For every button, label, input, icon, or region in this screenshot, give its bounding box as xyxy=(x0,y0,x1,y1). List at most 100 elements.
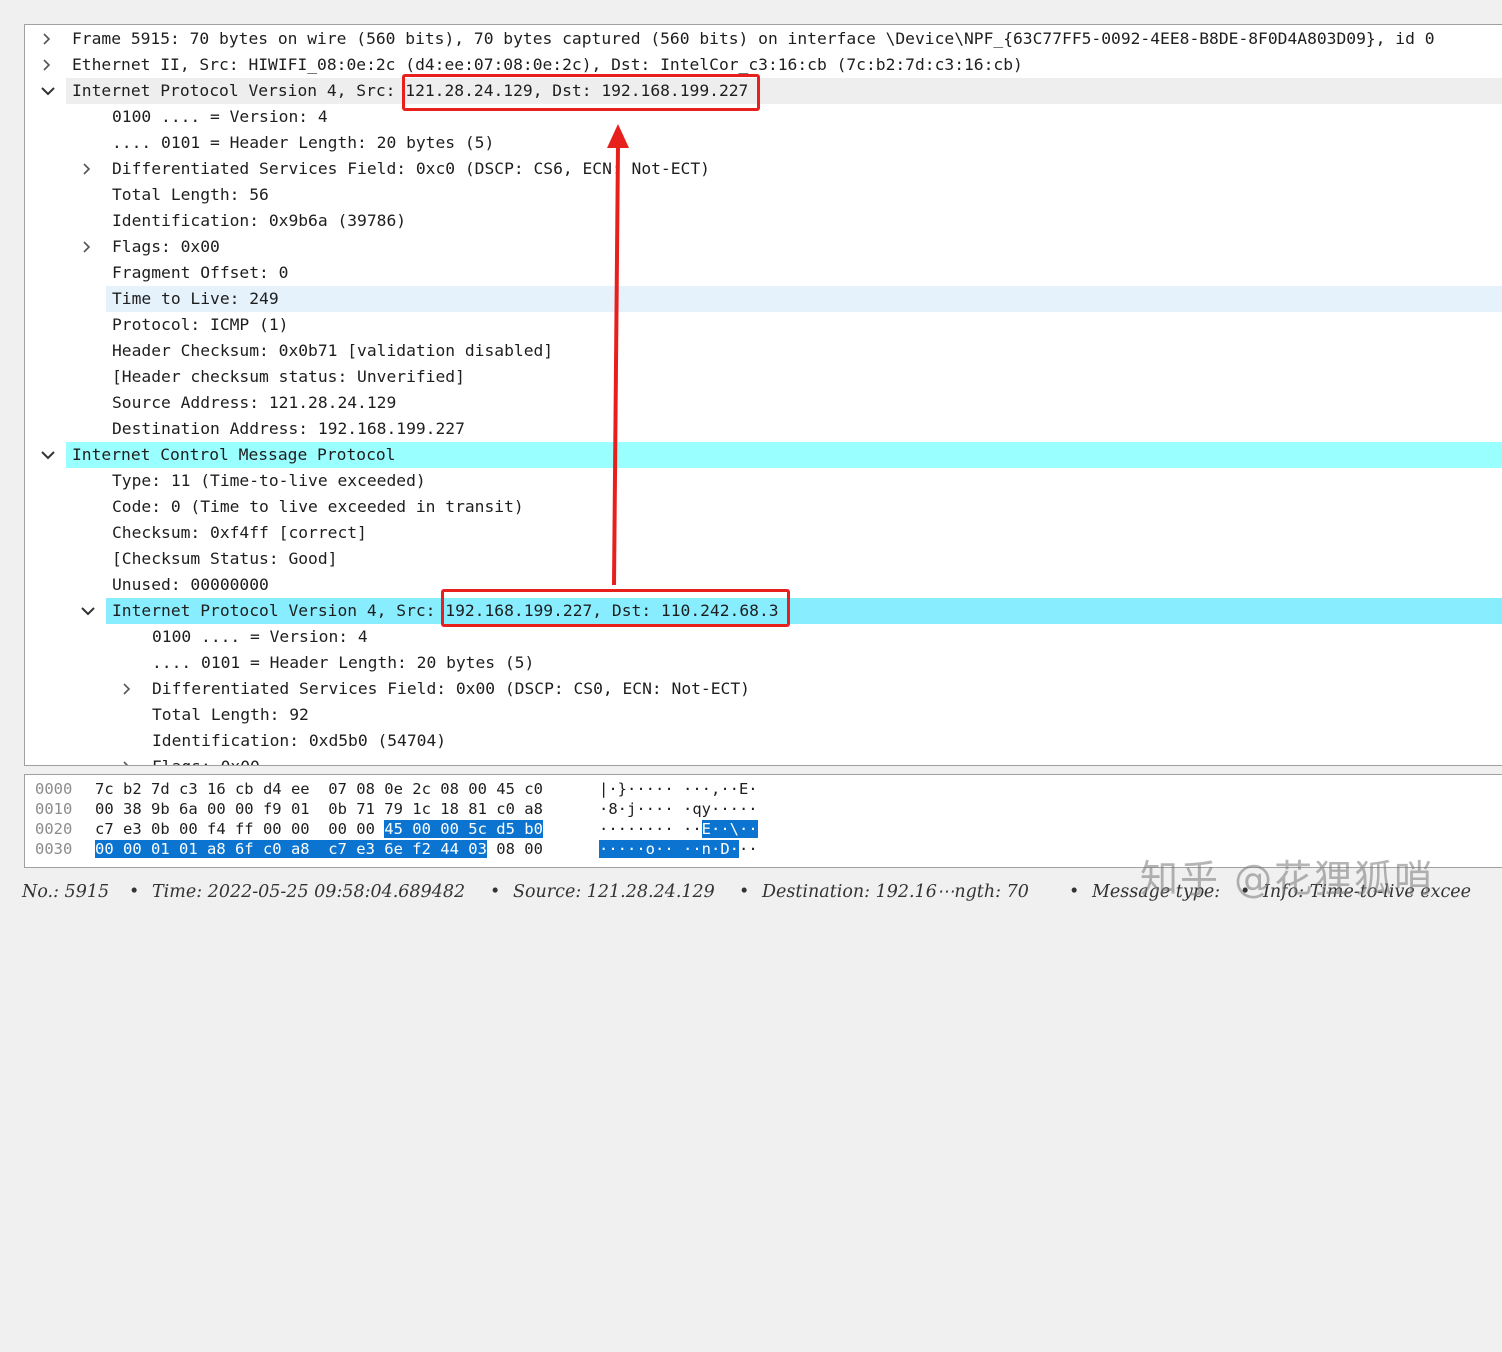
tree-row[interactable]: Differentiated Services Field: 0xc0 (DSC… xyxy=(25,156,1502,182)
tree-row[interactable]: Total Length: 56 xyxy=(25,182,1502,208)
tree-row[interactable]: Unused: 00000000 xyxy=(25,572,1502,598)
tree-row[interactable]: Protocol: ICMP (1) xyxy=(25,312,1502,338)
tree-row-label: 0100 .... = Version: 4 xyxy=(152,627,368,646)
row-highlight xyxy=(106,286,1502,312)
status-destination: Destination: 192.16⋯ngth: 70 xyxy=(762,882,1029,902)
tree-row[interactable]: Differentiated Services Field: 0x00 (DSC… xyxy=(25,676,1502,702)
tree-row-label: Identification: 0x9b6a (39786) xyxy=(112,211,407,230)
tree-row-label: Protocol: ICMP (1) xyxy=(112,315,289,334)
tree-row-label: Unused: 00000000 xyxy=(112,575,269,594)
hex-bytes[interactable]: 00 38 9b 6a 00 00 f9 01 0b 71 79 1c 18 8… xyxy=(95,799,543,819)
tree-row-label: Internet Control Message Protocol xyxy=(72,445,396,464)
tree-row-label: Header Checksum: 0x0b71 [validation disa… xyxy=(112,341,554,360)
tree-row[interactable]: Flags: 0x00 xyxy=(25,234,1502,260)
status-no: No.: 5915 xyxy=(22,882,110,902)
tree-row-label: Total Length: 92 xyxy=(152,705,309,724)
tree-row[interactable]: Type: 11 (Time-to-live exceeded) xyxy=(25,468,1502,494)
tree-row[interactable]: Flags: 0x00 xyxy=(25,754,1502,765)
tree-row[interactable]: [Checksum Status: Good] xyxy=(25,546,1502,572)
tree-row-label: Flags: 0x00 xyxy=(152,754,260,765)
hex-ascii-text: |·}····· ···,··E· xyxy=(599,780,758,798)
status-sep: • xyxy=(1069,882,1080,902)
tree-row[interactable]: Frame 5915: 70 bytes on wire (560 bits),… xyxy=(25,26,1502,52)
tree-row[interactable]: Internet Protocol Version 4, Src: 192.16… xyxy=(25,598,1502,624)
tree-row-label: Differentiated Services Field: 0x00 (DSC… xyxy=(152,679,750,698)
tree-row-label: Fragment Offset: 0 xyxy=(112,263,289,282)
hex-ascii[interactable]: ·····o·· ··n·D··· xyxy=(599,839,758,859)
tree-row-label: Destination Address: 192.168.199.227 xyxy=(112,419,465,438)
tree-row[interactable]: Header Checksum: 0x0b71 [validation disa… xyxy=(25,338,1502,364)
hex-bytes-selected: 45 00 00 5c d5 b0 xyxy=(384,820,543,838)
hex-ascii[interactable]: ········ ··E··\·· xyxy=(599,819,758,839)
tree-row[interactable]: 0100 .... = Version: 4 xyxy=(25,624,1502,650)
hex-bytes[interactable]: c7 e3 0b 00 f4 ff 00 00 00 00 45 00 00 5… xyxy=(95,819,543,839)
chevron-down-icon[interactable] xyxy=(39,78,55,104)
tree-row-label: [Header checksum status: Unverified] xyxy=(112,367,465,386)
tree-row[interactable]: Internet Control Message Protocol xyxy=(25,442,1502,468)
chevron-right-icon[interactable] xyxy=(79,156,95,182)
hex-bytes-text: 7c b2 7d c3 16 cb d4 ee 07 08 0e 2c 08 0… xyxy=(95,780,543,798)
packet-details-pane[interactable]: Frame 5915: 70 bytes on wire (560 bits),… xyxy=(24,24,1502,766)
hex-ascii-selected: E··\·· xyxy=(701,820,758,838)
hex-ascii-text: ·8·j···· ·qy····· xyxy=(599,800,758,818)
status-sep: • xyxy=(129,882,140,902)
tree-row-label: Checksum: 0xf4ff [correct] xyxy=(112,523,367,542)
tree-row-label: Identification: 0xd5b0 (54704) xyxy=(152,731,447,750)
hex-ascii-text: ········ ·· xyxy=(599,820,702,838)
status-sep: • xyxy=(739,882,750,902)
status-source: Source: 121.28.24.129 xyxy=(513,882,715,902)
tree-row[interactable]: Identification: 0xd5b0 (54704) xyxy=(25,728,1502,754)
hex-offset: 0010 xyxy=(35,800,73,818)
tree-row[interactable]: .... 0101 = Header Length: 20 bytes (5) xyxy=(25,130,1502,156)
tree-row-label: Differentiated Services Field: 0xc0 (DSC… xyxy=(112,159,710,178)
chevron-right-icon[interactable] xyxy=(119,676,135,702)
tree-row[interactable]: Source Address: 121.28.24.129 xyxy=(25,390,1502,416)
tree-row[interactable]: .... 0101 = Header Length: 20 bytes (5) xyxy=(25,650,1502,676)
tree-row-label: Source Address: 121.28.24.129 xyxy=(112,393,397,412)
tree-row-label: Ethernet II, Src: HIWIFI_08:0e:2c (d4:ee… xyxy=(72,55,1023,74)
tree-row-label: Flags: 0x00 xyxy=(112,237,220,256)
tree-row[interactable]: Total Length: 92 xyxy=(25,702,1502,728)
tree-row[interactable]: Time to Live: 249 xyxy=(25,286,1502,312)
chevron-right-icon[interactable] xyxy=(39,52,55,78)
hex-bytes-text: 08 00 xyxy=(486,840,543,858)
tree-row[interactable]: Fragment Offset: 0 xyxy=(25,260,1502,286)
tree-row[interactable]: Identification: 0x9b6a (39786) xyxy=(25,208,1502,234)
tree-row[interactable]: Destination Address: 192.168.199.227 xyxy=(25,416,1502,442)
tree-row[interactable]: Internet Protocol Version 4, Src: 121.28… xyxy=(25,78,1502,104)
tree-row-label: Frame 5915: 70 bytes on wire (560 bits),… xyxy=(72,29,1435,48)
hex-bytes[interactable]: 7c b2 7d c3 16 cb d4 ee 07 08 0e 2c 08 0… xyxy=(95,779,543,799)
tree-row-label: Total Length: 56 xyxy=(112,185,269,204)
chevron-right-icon[interactable] xyxy=(39,26,55,52)
chevron-right-icon[interactable] xyxy=(79,234,95,260)
status-sep: • xyxy=(490,882,501,902)
tree-row[interactable]: [Header checksum status: Unverified] xyxy=(25,364,1502,390)
tree-row-label: Type: 11 (Time-to-live exceeded) xyxy=(112,471,426,490)
status-time: Time: 2022-05-25 09:58:04.689482 xyxy=(152,882,466,902)
tree-row-label: 0100 .... = Version: 4 xyxy=(112,107,328,126)
tree-row-label: Code: 0 (Time to live exceeded in transi… xyxy=(112,497,524,516)
watermark: 知乎 @花狸狐哨 xyxy=(1140,857,1435,901)
tree-row[interactable]: Code: 0 (Time to live exceeded in transi… xyxy=(25,494,1502,520)
tree-row-label: .... 0101 = Header Length: 20 bytes (5) xyxy=(152,653,535,672)
tree-row-label: Internet Protocol Version 4, Src: 192.16… xyxy=(112,601,779,620)
hex-bytes-text: c7 e3 0b 00 f4 ff 00 00 00 00 xyxy=(95,820,385,838)
hex-ascii[interactable]: |·}····· ···,··E· xyxy=(599,779,758,799)
hex-bytes[interactable]: 00 00 01 01 a8 6f c0 a8 c7 e3 6e f2 44 0… xyxy=(95,839,543,859)
hex-offset: 0000 xyxy=(35,780,73,798)
hex-offset: 0020 xyxy=(35,820,73,838)
tree-row-label: [Checksum Status: Good] xyxy=(112,549,338,568)
tree-row-label: Internet Protocol Version 4, Src: 121.28… xyxy=(72,81,749,100)
tree-row-label: .... 0101 = Header Length: 20 bytes (5) xyxy=(112,133,495,152)
tree-row[interactable]: 0100 .... = Version: 4 xyxy=(25,104,1502,130)
chevron-right-icon[interactable] xyxy=(119,754,135,765)
hex-bytes-text: 00 38 9b 6a 00 00 f9 01 0b 71 79 1c 18 8… xyxy=(95,800,543,818)
hex-ascii-text: ·· xyxy=(738,840,758,858)
chevron-down-icon[interactable] xyxy=(39,442,55,468)
tree-row[interactable]: Checksum: 0xf4ff [correct] xyxy=(25,520,1502,546)
hex-bytes-selected: 00 00 01 01 a8 6f c0 a8 c7 e3 6e f2 44 0… xyxy=(95,840,487,858)
chevron-down-icon[interactable] xyxy=(79,598,95,624)
tree-row-label: Time to Live: 249 xyxy=(112,289,279,308)
tree-row[interactable]: Ethernet II, Src: HIWIFI_08:0e:2c (d4:ee… xyxy=(25,52,1502,78)
hex-ascii[interactable]: ·8·j···· ·qy····· xyxy=(599,799,758,819)
